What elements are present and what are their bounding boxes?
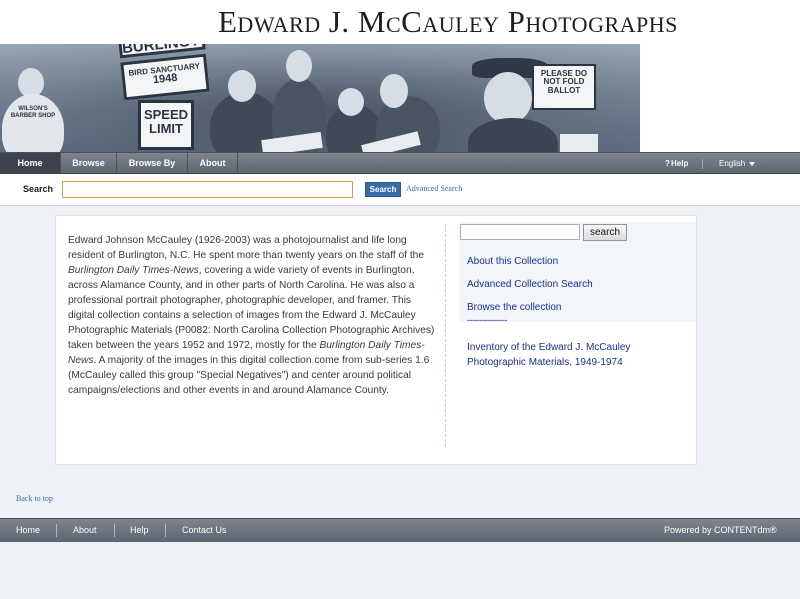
search-button[interactable]: Search [365,182,401,197]
footer-about-link[interactable]: About [73,519,97,542]
site-footer: Home About Help Contact Us Powered by CO… [0,518,800,542]
footer-home-link[interactable]: Home [16,519,40,542]
banner-photo: WILSON'S BARBER SHOP BURLINGTON BIRD SAN… [0,44,640,152]
nav-browse[interactable]: Browse [61,153,117,174]
powered-by-label[interactable]: Powered by CONTENTdm® [664,519,777,542]
footer-help-link[interactable]: Help [130,519,149,542]
back-to-top-link[interactable]: Back to top [16,494,53,503]
barber-shirt-text: WILSON'S BARBER SHOP [10,106,56,120]
chevron-down-icon [749,161,756,166]
footer-separator [114,524,115,537]
collection-search-input[interactable] [460,224,580,240]
nav-browse-by[interactable]: Browse By [117,153,188,174]
collection-panel: Edward Johnson McCauley (1926-2003) was … [55,215,697,465]
site-banner: Edward J. McCauley Photographs WILSON'S … [0,0,800,152]
search-bar: Search Search Advanced Search [0,174,800,206]
nav-separator [702,159,703,169]
ballot-sign: PLEASE DO NOT FOLD BALLOT [532,64,596,110]
advanced-search-link[interactable]: Advanced Search [406,184,462,193]
search-label: Search [23,184,54,194]
main-navbar: Home Browse Browse By About ?Help Englis… [0,152,800,174]
collection-description: Edward Johnson McCauley (1926-2003) was … [68,235,435,396]
collection-sidebar: search About this Collection Advanced Co… [459,222,696,322]
inventory-link[interactable]: Inventory of the Edward J. McCauley Phot… [467,340,667,370]
footer-separator [56,524,57,537]
speed-limit-sign: SPEED LIMIT [138,100,194,150]
sidebar-separator: ---------------- [467,315,507,325]
nav-home[interactable]: Home [0,153,61,174]
site-title: Edward J. McCauley Photographs [218,4,678,39]
column-divider [445,224,446,447]
about-collection-link[interactable]: About this Collection [467,256,558,267]
footer-contact-link[interactable]: Contact Us [182,519,227,542]
footer-separator [165,524,166,537]
search-input[interactable] [62,181,353,198]
collection-search-button[interactable]: search [583,224,627,241]
advanced-collection-search-link[interactable]: Advanced Collection Search [467,279,593,290]
help-link[interactable]: ?Help [665,153,688,174]
nav-about[interactable]: About [188,153,238,174]
browse-collection-link[interactable]: Browse the collection [467,302,562,313]
language-selector[interactable]: English [719,153,756,174]
